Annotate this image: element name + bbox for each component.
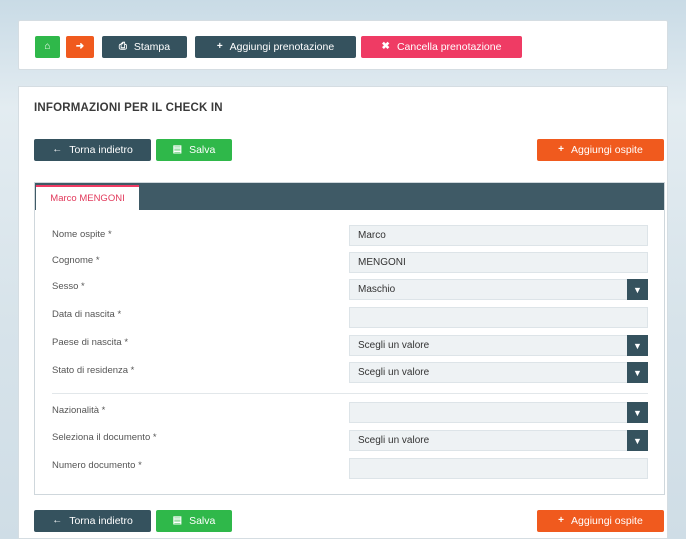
save-button-bottom[interactable]: ▤ Salva [156, 510, 232, 532]
first-name-field[interactable]: Marco [349, 225, 648, 246]
birth-date-field[interactable] [349, 307, 648, 328]
exit-button[interactable]: ➜ [66, 36, 94, 58]
label-residence-state: Stato di residenza * [52, 365, 135, 376]
arrow-left-icon: ← [52, 515, 63, 526]
last-name-field[interactable]: MENGONI [349, 252, 648, 273]
home-icon: ⌂ [44, 41, 51, 52]
label-sex: Sesso * [52, 281, 85, 292]
section-title: INFORMAZIONI PER IL CHECK IN [34, 102, 223, 114]
divider [52, 393, 648, 394]
plus-icon: + [558, 515, 565, 526]
add-guest-button-top[interactable]: + Aggiungi ospite [537, 139, 664, 161]
print-button[interactable]: ⎙ Stampa [102, 36, 187, 58]
tab-guest[interactable]: Marco MENGONI [36, 185, 139, 210]
birth-country-select[interactable]: Scegli un valore ▼ [349, 335, 648, 356]
arrow-left-icon: ← [52, 144, 63, 155]
chevron-down-icon[interactable]: ▼ [627, 279, 648, 300]
label-nationality: Nazionalità * [52, 405, 106, 416]
label-birth-country: Paese di nascita * [52, 337, 129, 348]
logout-icon: ➜ [75, 41, 85, 52]
plus-icon: + [216, 41, 223, 52]
back-button-bottom[interactable]: ← Torna indietro [34, 510, 151, 532]
sex-select[interactable]: Maschio ▼ [349, 279, 648, 300]
save-icon: ▤ [172, 515, 183, 526]
add-booking-button[interactable]: + Aggiungi prenotazione [195, 36, 356, 58]
home-button[interactable]: ⌂ [35, 36, 60, 58]
label-birth-date: Data di nascita * [52, 309, 122, 320]
save-icon: ▤ [172, 144, 183, 155]
chevron-down-icon[interactable]: ▼ [627, 362, 648, 383]
chevron-down-icon[interactable]: ▼ [627, 402, 648, 423]
residence-state-select[interactable]: Scegli un valore ▼ [349, 362, 648, 383]
label-first-name: Nome ospite * [52, 229, 112, 240]
document-number-field[interactable] [349, 458, 648, 479]
delete-booking-button[interactable]: ✖ Cancella prenotazione [361, 36, 522, 58]
document-type-select[interactable]: Scegli un valore ▼ [349, 430, 648, 451]
label-document-type: Seleziona il documento * [52, 432, 157, 443]
print-icon: ⎙ [118, 41, 127, 52]
chevron-down-icon[interactable]: ▼ [627, 335, 648, 356]
add-guest-button-bottom[interactable]: + Aggiungi ospite [537, 510, 664, 532]
plus-icon: + [558, 144, 565, 155]
nationality-select[interactable]: ▼ [349, 402, 648, 423]
label-last-name: Cognome * [52, 255, 100, 266]
back-button-top[interactable]: ← Torna indietro [34, 139, 151, 161]
label-document-number: Numero documento * [52, 460, 142, 471]
chevron-down-icon[interactable]: ▼ [627, 430, 648, 451]
close-icon: ✖ [381, 41, 390, 52]
save-button-top[interactable]: ▤ Salva [156, 139, 232, 161]
